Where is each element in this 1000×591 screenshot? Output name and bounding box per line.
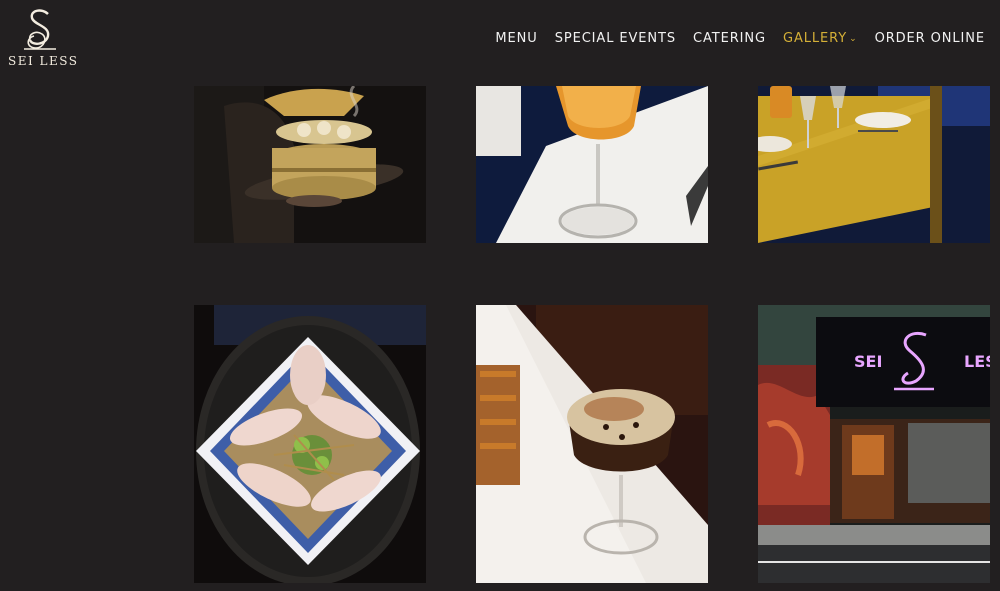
nav-menu[interactable]: MENU bbox=[495, 31, 537, 46]
logo[interactable]: SEI LESS bbox=[8, 8, 79, 74]
nav-order-online-label: ORDER ONLINE bbox=[874, 31, 985, 46]
brand-name: SEI LESS bbox=[8, 54, 79, 68]
dining-table-photo[interactable] bbox=[758, 86, 990, 243]
nav-special-events-label: SPECIAL EVENTS bbox=[554, 31, 677, 46]
main-nav: MENU SPECIAL EVENTS CATERING GALLERY ⌄ OR… bbox=[478, 31, 985, 46]
svg-text:LES: LES bbox=[964, 352, 990, 371]
chevron-down-icon: ⌄ bbox=[849, 33, 858, 44]
nav-gallery[interactable]: GALLERY ⌄ bbox=[783, 31, 858, 46]
nav-gallery-label: GALLERY bbox=[783, 31, 848, 46]
nav-order-online[interactable]: ORDER ONLINE bbox=[875, 31, 985, 46]
orange-cocktail-photo[interactable] bbox=[476, 86, 708, 243]
nav-catering[interactable]: CATERING bbox=[693, 31, 766, 46]
logo-s-mark-icon bbox=[24, 9, 56, 50]
site-header: SEI LESS MENU SPECIAL EVENTS CATERING GA… bbox=[0, 0, 1000, 80]
storefront-neon-sign-photo[interactable]: SEI LES bbox=[758, 305, 990, 583]
nav-menu-label: MENU bbox=[495, 31, 538, 46]
dumpling-plate-photo[interactable] bbox=[194, 305, 426, 583]
espresso-martini-photo[interactable] bbox=[476, 305, 708, 583]
nav-catering-label: CATERING bbox=[693, 31, 766, 46]
dim-sum-steamer-photo[interactable] bbox=[194, 86, 426, 243]
nav-special-events[interactable]: SPECIAL EVENTS bbox=[555, 31, 676, 46]
svg-text:SEI: SEI bbox=[854, 352, 882, 371]
